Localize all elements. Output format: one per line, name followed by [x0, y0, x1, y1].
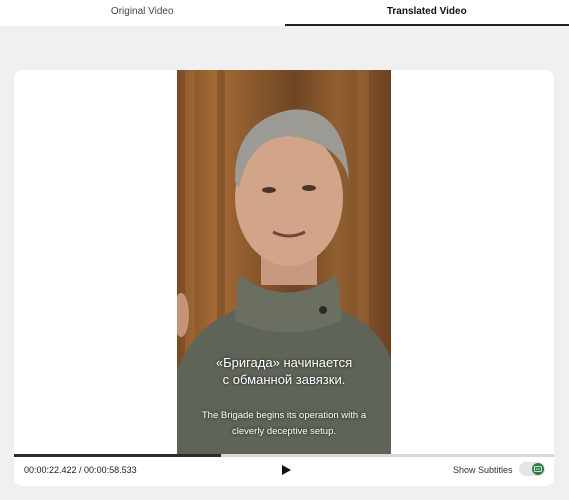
toggle-knob: [532, 463, 544, 475]
show-subtitles-label: Show Subtitles: [453, 465, 513, 475]
tab-original-video[interactable]: Original Video: [0, 0, 285, 26]
subtitle-ru-line1: «Бригада» начинается: [215, 355, 353, 370]
subtitle-russian: «Бригада» начинается с обманной завязки.: [177, 354, 391, 388]
play-icon: [282, 465, 291, 475]
subtitle-ru-line2: с обманной завязки.: [222, 372, 346, 387]
subtitle-english: The Brigade begins its operation with a …: [177, 408, 391, 440]
tab-translated-video[interactable]: Translated Video: [284, 0, 569, 26]
progress-fill: [14, 454, 221, 457]
video-player-card: «Бригада» начинается с обманной завязки.…: [14, 70, 554, 486]
subtitle-en-line2: cleverly deceptive setup.: [231, 426, 337, 437]
play-button[interactable]: [280, 463, 292, 475]
show-subtitles-toggle[interactable]: [519, 462, 545, 476]
speaker-image: [177, 70, 391, 454]
progress-bar[interactable]: [14, 454, 554, 457]
video-frame[interactable]: «Бригада» начинается с обманной завязки.…: [177, 70, 391, 454]
time-display: 00:00:22.422 / 00:00:58.533: [24, 465, 137, 475]
subtitle-en-line1: The Brigade begins its operation with a: [201, 410, 367, 421]
video-tabs: Original Video Translated Video: [0, 0, 569, 26]
subtitles-icon: [534, 466, 542, 472]
